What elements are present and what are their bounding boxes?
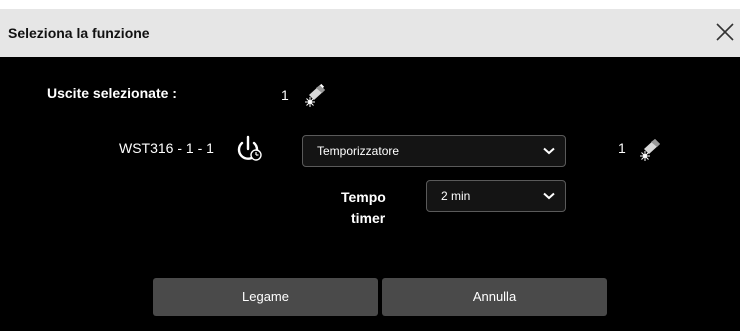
light-output-icon (305, 83, 325, 107)
timer-label-line1: Tempo (341, 189, 386, 205)
timer-label-line2: timer (351, 210, 386, 226)
dialog-title: Seleziona la funzione (8, 25, 150, 41)
timer-select[interactable]: 2 min (426, 180, 566, 212)
chevron-down-icon (543, 192, 555, 200)
select-function-dialog: Seleziona la funzione Uscite selezionate… (0, 9, 740, 331)
row-output-count: 1 (618, 140, 626, 156)
function-select[interactable]: Temporizzatore (302, 135, 566, 167)
selected-outputs-label: Uscite selezionate : (47, 85, 177, 101)
chevron-down-icon (543, 147, 555, 155)
cancel-button[interactable]: Annulla (382, 278, 607, 316)
power-timer-icon (237, 135, 262, 161)
device-label: WST316 - 1 - 1 (119, 140, 214, 156)
link-button[interactable]: Legame (153, 278, 378, 316)
light-output-icon (640, 139, 660, 161)
selected-outputs-count: 1 (281, 87, 289, 103)
close-icon[interactable] (714, 21, 736, 43)
dialog-titlebar: Seleziona la funzione (0, 9, 740, 57)
timer-select-value: 2 min (441, 189, 471, 203)
function-select-value: Temporizzatore (317, 144, 400, 158)
